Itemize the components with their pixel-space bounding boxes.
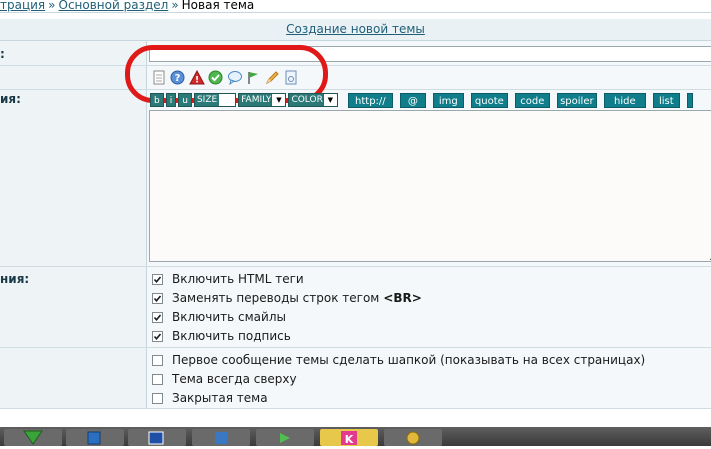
svg-text:!: ! (194, 76, 198, 86)
app-icon-6[interactable]: K (320, 429, 378, 446)
size-select[interactable]: SIZE (193, 93, 237, 107)
app-icon-3[interactable] (128, 429, 186, 446)
list-button[interactable]: list (652, 92, 680, 108)
breadcrumb-separator: » (48, 0, 56, 12)
app-icon-5[interactable] (256, 429, 314, 446)
option-label: Первое сообщение темы сделать шапкой (по… (172, 353, 646, 367)
divider (0, 12, 711, 13)
message-label: ия: (0, 92, 21, 106)
row-divider (0, 408, 711, 409)
option-pin-first-post[interactable]: Первое сообщение темы сделать шапкой (по… (152, 353, 645, 367)
breadcrumb-separator: » (171, 0, 179, 12)
overflow-button[interactable] (686, 92, 693, 108)
option-label: Закрытая тема (172, 391, 268, 405)
option-label: Включить смайлы (172, 310, 286, 324)
size-select-label: SIZE (196, 95, 218, 105)
option-label: Включить HTML теги (172, 272, 304, 286)
checkbox[interactable] (152, 373, 163, 385)
app-icon-2[interactable] (66, 429, 124, 446)
checkbox[interactable] (152, 311, 163, 323)
app-icon-1[interactable] (4, 429, 62, 446)
row-divider (0, 89, 711, 90)
bold-button[interactable]: b (150, 93, 164, 107)
option-convert-linebreaks[interactable]: Заменять переводы строк тегом <BR> (152, 291, 422, 305)
page-icon[interactable] (150, 69, 167, 86)
checkbox[interactable] (152, 273, 163, 285)
app-icon-4[interactable] (192, 429, 250, 446)
check-icon[interactable] (207, 69, 224, 86)
url-button[interactable]: http:// (347, 92, 393, 108)
color-select[interactable]: COLOR ▼ (288, 93, 338, 107)
code-button[interactable]: code (514, 92, 550, 108)
row-divider (0, 65, 711, 66)
row-divider (0, 347, 711, 348)
checkbox[interactable] (152, 330, 163, 342)
svg-text:K: K (345, 433, 354, 446)
quote-button[interactable]: quote (470, 92, 508, 108)
breadcrumb-link-main-section[interactable]: Основной раздел (59, 0, 169, 12)
option-enable-smilies[interactable]: Включить смайлы (152, 310, 286, 324)
breadcrumb-current: Новая тема (181, 0, 255, 12)
warning-icon[interactable]: ! (188, 69, 205, 86)
bbcode-toolbar: b i u SIZE FAMILY ▼ COLOR ▼ http:// @ img … (150, 92, 693, 108)
option-label: Тема всегда сверху (172, 372, 297, 386)
pencil-icon[interactable] (264, 69, 281, 86)
spoiler-button[interactable]: spoiler (556, 92, 597, 108)
size-select-value (219, 94, 236, 106)
checkbox[interactable] (152, 392, 163, 404)
checkbox[interactable] (152, 292, 163, 304)
chevron-down-icon: ▼ (271, 94, 286, 106)
email-button[interactable]: @ (399, 92, 426, 108)
hide-button[interactable]: hide (603, 92, 646, 108)
color-select-label: COLOR (291, 95, 323, 105)
br-tag-label: <BR> (383, 291, 422, 305)
help-icon[interactable]: ? (169, 69, 186, 86)
option-sticky-topic[interactable]: Тема всегда сверху (152, 372, 297, 386)
document-icon[interactable] (283, 69, 300, 86)
topic-title-input[interactable] (149, 46, 711, 62)
option-closed-topic[interactable]: Закрытая тема (152, 391, 268, 405)
row-divider (0, 266, 711, 267)
option-enable-signature[interactable]: Включить подпись (152, 329, 291, 343)
label-column (0, 41, 147, 408)
breadcrumb-link-admin[interactable]: трация (0, 0, 45, 12)
option-label: Заменять переводы строк тегом (172, 291, 380, 305)
italic-button[interactable]: i (165, 93, 177, 107)
img-button[interactable]: img (432, 92, 464, 108)
underline-button[interactable]: u (178, 93, 192, 107)
title-label: : (0, 47, 5, 61)
message-textarea[interactable] (149, 110, 711, 262)
form-header: Создание новой темы (0, 19, 711, 41)
svg-text:?: ? (175, 73, 181, 84)
font-family-select[interactable]: FAMILY ▼ (238, 93, 287, 107)
option-label: Включить подпись (172, 329, 291, 343)
flag-icon[interactable] (245, 69, 262, 86)
options-label: ния: (0, 272, 30, 286)
form-title-link[interactable]: Создание новой темы (286, 22, 425, 36)
family-select-label: FAMILY (241, 95, 272, 105)
post-icon-row: ? ! (150, 69, 300, 87)
checkbox[interactable] (152, 354, 163, 366)
app-icon-7[interactable] (384, 429, 442, 446)
option-enable-html[interactable]: Включить HTML теги (152, 272, 304, 286)
chevron-down-icon: ▼ (322, 94, 337, 106)
speech-bubble-icon[interactable] (226, 69, 243, 86)
